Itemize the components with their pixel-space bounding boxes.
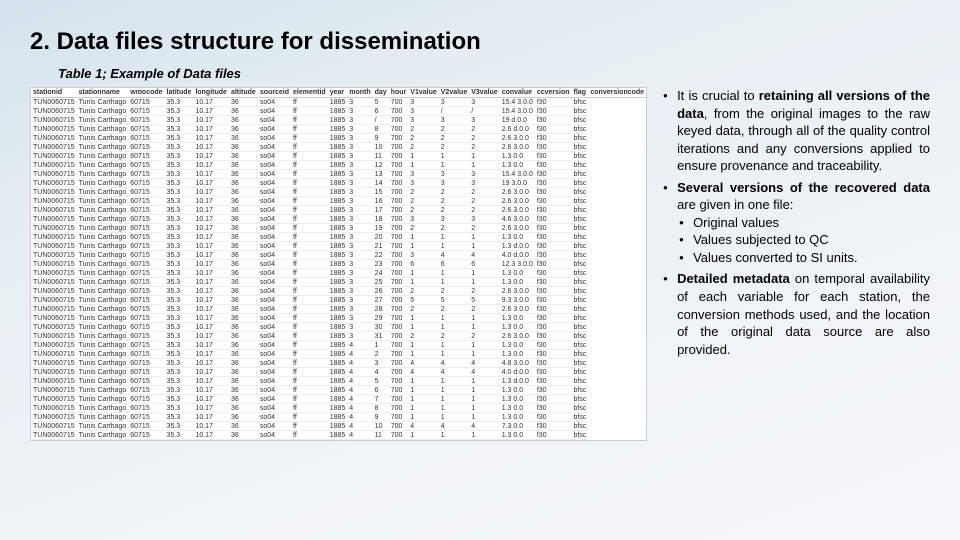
table-row: TUN0060715Tunis Carthago6071535.310.1736… [31, 134, 646, 143]
table-row: TUN0060715Tunis Carthago6071535.310.1736… [31, 170, 646, 179]
table-row: TUN0060715Tunis Carthago6071535.310.1736… [31, 413, 646, 422]
table-row: TUN0060715Tunis Carthago6071535.310.1736… [31, 179, 646, 188]
page-title: 2. Data files structure for disseminatio… [30, 28, 930, 56]
table-row: TUN0060715Tunis Carthago6071535.310.1736… [31, 422, 646, 431]
table-caption: Table 1; Example of Data files [58, 66, 930, 81]
table-row: TUN0060715Tunis Carthago6071535.310.1736… [31, 251, 646, 260]
column-header: wmocode [128, 88, 164, 98]
table-row: TUN0060715Tunis Carthago6071535.310.1736… [31, 125, 646, 134]
table-row: TUN0060715Tunis Carthago6071535.310.1736… [31, 107, 646, 116]
table-row: TUN0060715Tunis Carthago6071535.310.1736… [31, 116, 646, 125]
table-row: TUN0060715Tunis Carthago6071535.310.1736… [31, 323, 646, 332]
table-row: TUN0060715Tunis Carthago6071535.310.1736… [31, 377, 646, 386]
column-header: latitude [165, 88, 194, 98]
table-row: TUN0060715Tunis Carthago6071535.310.1736… [31, 359, 646, 368]
column-header: hour [389, 88, 409, 98]
table-row: TUN0060715Tunis Carthago6071535.310.1736… [31, 215, 646, 224]
column-header: altitude [229, 88, 258, 98]
column-header: conversioncode [588, 88, 646, 98]
column-header: V1value [408, 88, 438, 98]
column-header: convalue [500, 88, 535, 98]
column-header: ccversion [535, 88, 572, 98]
table-row: TUN0060715Tunis Carthago6071535.310.1736… [31, 224, 646, 233]
column-header: day [373, 88, 389, 98]
column-header: stationname [77, 88, 129, 98]
table-row: TUN0060715Tunis Carthago6071535.310.1736… [31, 368, 646, 377]
table-row: TUN0060715Tunis Carthago6071535.310.1736… [31, 341, 646, 350]
column-header: V2value [439, 88, 469, 98]
table-row: TUN0060715Tunis Carthago6071535.310.1736… [31, 161, 646, 170]
table-row: TUN0060715Tunis Carthago6071535.310.1736… [31, 269, 646, 278]
table-row: TUN0060715Tunis Carthago6071535.310.1736… [31, 242, 646, 251]
table-row: TUN0060715Tunis Carthago6071535.310.1736… [31, 350, 646, 359]
table-row: TUN0060715Tunis Carthago6071535.310.1736… [31, 332, 646, 341]
bullet-text: It is crucial to retaining all versions … [661, 87, 930, 441]
table-row: TUN0060715Tunis Carthago6071535.310.1736… [31, 152, 646, 161]
column-header: month [347, 88, 372, 98]
column-header: longitude [193, 88, 229, 98]
column-header: year [328, 88, 348, 98]
column-header: stationid [31, 88, 77, 98]
table-row: TUN0060715Tunis Carthago6071535.310.1736… [31, 386, 646, 395]
table-row: TUN0060715Tunis Carthago6071535.310.1736… [31, 278, 646, 287]
table-row: TUN0060715Tunis Carthago6071535.310.1736… [31, 305, 646, 314]
table-row: TUN0060715Tunis Carthago6071535.310.1736… [31, 296, 646, 305]
table-row: TUN0060715Tunis Carthago6071535.310.1736… [31, 431, 646, 440]
table-row: TUN0060715Tunis Carthago6071535.310.1736… [31, 188, 646, 197]
table-row: TUN0060715Tunis Carthago6071535.310.1736… [31, 233, 646, 242]
table-row: TUN0060715Tunis Carthago6071535.310.1736… [31, 143, 646, 152]
data-table: stationidstationnamewmocodelatitudelongi… [30, 87, 647, 441]
table-row: TUN0060715Tunis Carthago6071535.310.1736… [31, 314, 646, 323]
table-row: TUN0060715Tunis Carthago6071535.310.1736… [31, 404, 646, 413]
column-header: flag [572, 88, 589, 98]
column-header: sourceid [258, 88, 291, 98]
table-row: TUN0060715Tunis Carthago6071535.310.1736… [31, 197, 646, 206]
table-row: TUN0060715Tunis Carthago6071535.310.1736… [31, 98, 646, 107]
column-header: V3value [469, 88, 499, 98]
column-header: elementid [291, 88, 328, 98]
table-row: TUN0060715Tunis Carthago6071535.310.1736… [31, 260, 646, 269]
table-row: TUN0060715Tunis Carthago6071535.310.1736… [31, 395, 646, 404]
table-row: TUN0060715Tunis Carthago6071535.310.1736… [31, 206, 646, 215]
table-row: TUN0060715Tunis Carthago6071535.310.1736… [31, 287, 646, 296]
